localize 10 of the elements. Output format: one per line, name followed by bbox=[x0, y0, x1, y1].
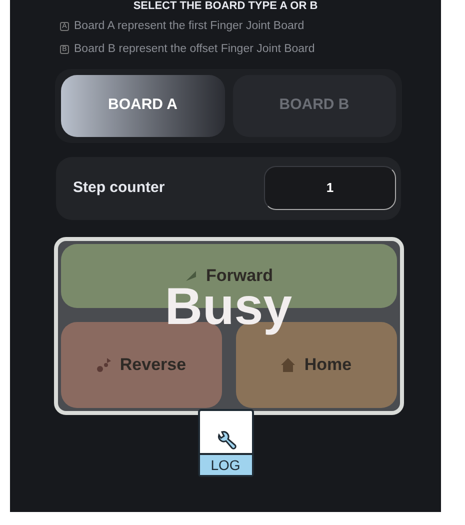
note-text: Board A represent the first Finger Joint Board bbox=[74, 19, 304, 34]
board-tab[interactable]: BOARD B bbox=[232, 74, 396, 136]
step-counter-label: Step counter bbox=[73, 178, 165, 198]
note-text: Board B represent the offset Finger Joint Board bbox=[74, 42, 315, 58]
step-counter-field[interactable]: 1 bbox=[264, 166, 396, 210]
log-file-icon[interactable]: LOG bbox=[198, 408, 254, 476]
board-tab[interactable]: BOARD A bbox=[61, 74, 224, 136]
section-heading: SELECT THE BOARD TYPE A OR B bbox=[133, 0, 318, 12]
log-label: LOG bbox=[200, 452, 252, 474]
home-icon bbox=[280, 356, 296, 372]
